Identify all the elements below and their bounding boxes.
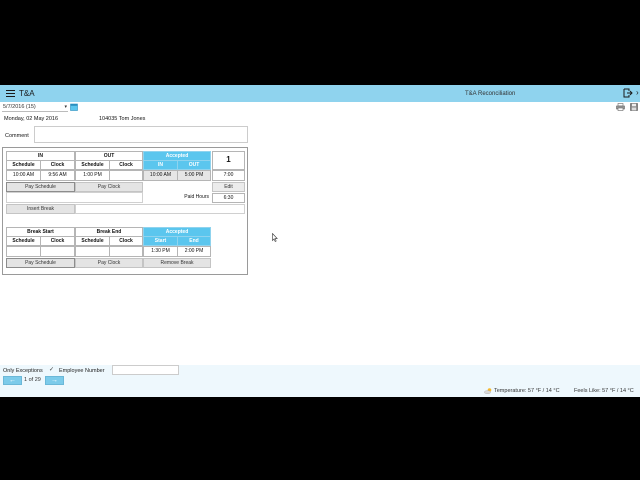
- shift-spacer: [6, 192, 143, 203]
- employee-number-field[interactable]: [112, 365, 179, 375]
- page-heading: T&A Reconciliation: [465, 91, 516, 97]
- out-schedule-value: 1:00 PM: [75, 170, 110, 181]
- in-clock-value: 9:56 AM: [40, 170, 75, 181]
- out-schedule-header: Schedule: [75, 160, 110, 170]
- out-clock-header: Clock: [109, 160, 143, 170]
- temperature-readout: Temperature: 57 °F / 14 °C: [494, 388, 560, 394]
- in-schedule-value: 10:00 AM: [6, 170, 41, 181]
- paid-hours-label: Paid Hours: [143, 193, 212, 203]
- page-count: 1 of 29: [24, 377, 41, 383]
- out-clock-value: [109, 170, 143, 181]
- toolbar: 5/7/2016 (15) ▾: [0, 102, 640, 112]
- break-end-clock-header: Clock: [109, 236, 143, 246]
- break-start-schedule-value: [6, 246, 41, 257]
- in-schedule-header: Schedule: [6, 160, 41, 170]
- break-accepted-end-header: End: [177, 236, 211, 246]
- comment-label: Comment: [5, 133, 29, 139]
- comment-field[interactable]: [34, 126, 248, 143]
- arrow-right-icon: →: [51, 377, 58, 384]
- app-title: T&A: [19, 89, 35, 98]
- insert-break-spacer: [75, 204, 245, 214]
- total-hours: 7:00: [212, 170, 245, 181]
- edit-button[interactable]: Edit: [212, 182, 245, 192]
- save-icon[interactable]: [630, 103, 638, 111]
- date-select-value: 5/7/2016 (15): [3, 104, 36, 110]
- break-end-clock-value: [109, 246, 143, 257]
- insert-break-button[interactable]: Insert Break: [6, 204, 75, 214]
- mouse-cursor-icon: [272, 233, 278, 242]
- accepted-out-input[interactable]: 5:00 PM: [177, 170, 211, 181]
- employee-name: 104035 Tom Jones: [99, 116, 146, 122]
- break-start-clock-header: Clock: [40, 236, 75, 246]
- break-accepted-start-header: Start: [143, 236, 178, 246]
- only-exceptions-label: Only Exceptions: [3, 368, 43, 374]
- footer-bar: Only Exceptions ✓ Employee Number ← 1 of…: [0, 365, 640, 397]
- employee-number-label: Employee Number: [59, 368, 105, 374]
- paid-hours-value: 6:30: [212, 193, 245, 203]
- overflow-icon[interactable]: ›: [636, 88, 640, 98]
- chevron-down-icon: ▾: [64, 104, 67, 110]
- date-select[interactable]: 5/7/2016 (15) ▾: [2, 103, 68, 112]
- arrow-left-icon: ←: [9, 377, 16, 384]
- top-bar: T&A T&A Reconciliation ›: [0, 85, 640, 102]
- pay-schedule-button[interactable]: Pay Schedule: [6, 182, 75, 192]
- break-end-schedule-header: Schedule: [75, 236, 110, 246]
- logout-icon[interactable]: [623, 88, 633, 98]
- calendar-icon[interactable]: [70, 103, 78, 111]
- record-date: Monday, 02 May 2016: [4, 116, 59, 122]
- break-accepted-start-input[interactable]: 1:30 PM: [143, 246, 178, 257]
- break-start-clock-value: [40, 246, 75, 257]
- in-clock-header: Clock: [40, 160, 75, 170]
- break-pay-clock-button[interactable]: Pay Clock: [75, 258, 143, 268]
- previous-button[interactable]: ←: [3, 376, 22, 385]
- remove-break-button[interactable]: Remove Break: [143, 258, 211, 268]
- accepted-out-header: OUT: [177, 160, 211, 170]
- print-icon[interactable]: [616, 103, 625, 111]
- app-window: T&A T&A Reconciliation › 5/7/2016 (15) ▾…: [0, 85, 640, 397]
- weather-cloud-icon: [484, 388, 492, 394]
- break-end-schedule-value: [75, 246, 110, 257]
- day-number: 1: [212, 151, 245, 170]
- reconciliation-card: IN OUT Accepted 1 Schedule Clock Schedul…: [2, 147, 248, 275]
- only-exceptions-checkbox[interactable]: ✓: [49, 367, 56, 374]
- menu-icon[interactable]: [6, 90, 15, 97]
- accepted-in-input[interactable]: 10:00 AM: [143, 170, 178, 181]
- break-start-schedule-header: Schedule: [6, 236, 41, 246]
- accepted-in-header: IN: [143, 160, 178, 170]
- break-accepted-end-input[interactable]: 2:00 PM: [177, 246, 211, 257]
- pay-clock-button[interactable]: Pay Clock: [75, 182, 143, 192]
- next-button[interactable]: →: [45, 376, 64, 385]
- feels-like-readout: Feels Like: 57 °F / 14 °C: [574, 388, 634, 394]
- break-pay-schedule-button[interactable]: Pay Schedule: [6, 258, 75, 268]
